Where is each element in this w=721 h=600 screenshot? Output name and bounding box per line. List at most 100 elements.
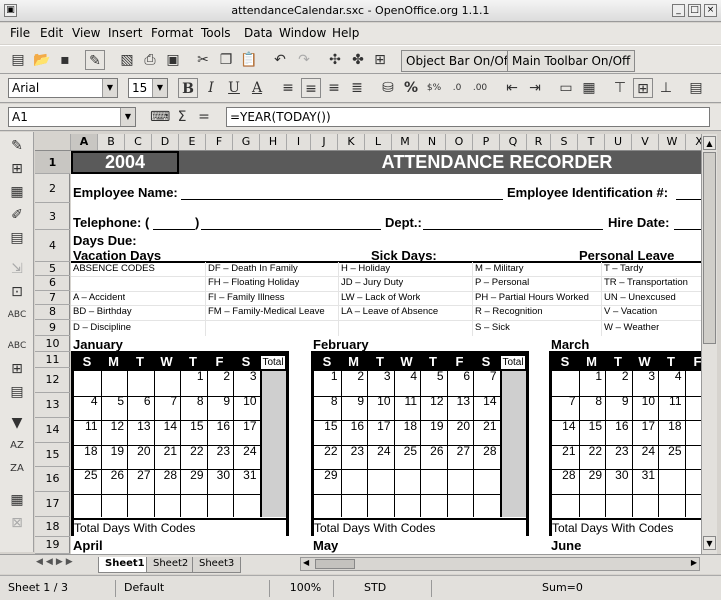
navigator-icon[interactable]: ⇲ (7, 259, 27, 279)
calendar-day[interactable]: 31 (632, 468, 655, 482)
column-header[interactable]: T (578, 134, 605, 150)
calendar-day[interactable]: 29 (314, 468, 337, 482)
edit-icon[interactable]: ✎ (7, 136, 27, 156)
calendar-day[interactable]: 24 (367, 444, 390, 458)
show-draw-icon[interactable]: ▤ (7, 228, 27, 248)
menu-view[interactable]: View (72, 26, 100, 40)
calendar-day[interactable]: 26 (420, 444, 443, 458)
insert-field-icon[interactable]: ✐ (7, 205, 27, 225)
calendar-day[interactable]: 25 (74, 468, 97, 482)
calendar-day[interactable]: 4 (658, 369, 682, 383)
export-pdf-icon[interactable]: ▧ (117, 50, 137, 70)
column-header[interactable]: G (233, 134, 260, 150)
align-bottom-icon[interactable]: ⊥ (656, 78, 676, 98)
calendar-day[interactable]: 4 (74, 394, 98, 408)
calendar-day[interactable]: 23 (207, 444, 230, 458)
menu-format[interactable]: Format (151, 26, 193, 40)
status-mode[interactable]: STD (338, 580, 388, 597)
row-header[interactable]: 7 (35, 291, 70, 305)
column-header[interactable]: A (71, 134, 98, 150)
calendar-day[interactable]: 14 (552, 419, 575, 433)
decrease-indent-icon[interactable]: ⇤ (502, 78, 522, 98)
calendar-day[interactable]: 24 (632, 444, 655, 458)
add-decimal-icon[interactable]: .0 (447, 78, 467, 98)
calendar-day[interactable]: 9 (207, 394, 230, 408)
calendar-day[interactable]: 24 (233, 444, 256, 458)
menu-file[interactable]: File (10, 26, 30, 40)
status-zoom[interactable]: 100% (274, 580, 334, 597)
calendar-day[interactable]: 21 (552, 444, 575, 458)
tab-sheet3[interactable]: Sheet3 (192, 557, 242, 573)
find-icon[interactable]: ⊞ (7, 359, 27, 379)
calendar-day[interactable]: 1 (314, 369, 338, 383)
row-header[interactable]: 18 (35, 517, 70, 537)
row-header[interactable]: 19 (35, 537, 70, 554)
column-header[interactable]: M (392, 134, 419, 150)
calendar-day[interactable]: 4 (394, 369, 417, 383)
calendar-day[interactable]: 28 (473, 444, 496, 458)
close-icon[interactable]: × (704, 4, 717, 17)
column-header[interactable]: Q (500, 134, 527, 150)
calendar-day[interactable]: 12 (101, 419, 124, 433)
spellcheck-icon[interactable]: ABC (7, 305, 27, 325)
calendar-day[interactable]: 19 (420, 419, 443, 433)
font-size-combo[interactable]: 15 ▼ (128, 78, 168, 98)
calendar-day[interactable]: 15 (314, 419, 337, 433)
minimize-icon[interactable]: _ (672, 4, 685, 17)
calendar-day[interactable]: 13 (447, 394, 470, 408)
bold-icon[interactable]: B (178, 78, 198, 98)
row-header[interactable]: 10 (35, 336, 70, 352)
row-header[interactable]: 2 (35, 174, 70, 203)
chevron-down-icon[interactable]: ▼ (152, 79, 167, 97)
calendar-day[interactable]: 23 (605, 444, 628, 458)
sort-ascending-icon[interactable]: AZ (7, 436, 27, 456)
calendar-day[interactable]: 20 (447, 419, 470, 433)
calendar-day[interactable]: 17 (367, 419, 390, 433)
calendar-day[interactable]: 30 (207, 468, 230, 482)
row-header[interactable]: 4 (35, 230, 70, 262)
redo-icon[interactable]: ↷ (294, 50, 314, 70)
sum-icon[interactable]: Σ (172, 107, 192, 127)
autofilter-icon[interactable]: ▼ (7, 413, 27, 433)
calendar-day[interactable]: 11 (394, 394, 417, 408)
row-header[interactable]: 16 (35, 467, 70, 492)
calendar-day[interactable]: 10 (367, 394, 390, 408)
calendar-day[interactable]: 22 (314, 444, 337, 458)
year-cell[interactable]: 2004 (71, 151, 179, 174)
undo-icon[interactable]: ↶ (270, 50, 290, 70)
calendar-day[interactable]: 15 (180, 419, 203, 433)
delete-icon[interactable]: ⊠ (7, 513, 27, 533)
menu-tools[interactable]: Tools (201, 26, 231, 40)
calendar-day[interactable]: 22 (180, 444, 203, 458)
paste-icon[interactable]: 📋 (239, 50, 259, 70)
gallery-icon[interactable]: ✤ (348, 50, 368, 70)
column-header[interactable]: W (659, 134, 686, 150)
scroll-up-icon[interactable]: ▲ (703, 136, 716, 150)
calendar-day[interactable]: 2 (605, 369, 629, 383)
row-header[interactable]: 11 (35, 352, 70, 368)
calendar-day[interactable]: 28 (154, 468, 177, 482)
calendar-day[interactable]: 11 (658, 394, 681, 408)
navigator-icon[interactable]: ✣ (325, 50, 345, 70)
column-header[interactable]: H (260, 134, 287, 150)
scrollbar-thumb[interactable] (703, 152, 716, 344)
data-sources-icon[interactable]: ⊞ (370, 50, 390, 70)
calendar-day[interactable]: 14 (473, 394, 496, 408)
sort-descending-icon[interactable]: ZA (7, 459, 27, 479)
calendar-day[interactable]: 19 (101, 444, 124, 458)
calendar-day[interactable]: 21 (473, 419, 496, 433)
column-header[interactable]: J (311, 134, 338, 150)
spreadsheet-grid[interactable]: 2004 ATTENDANCE RECORDER Employee Name: … (71, 151, 701, 554)
column-header[interactable]: C (125, 134, 152, 150)
calendar-day[interactable]: 18 (394, 419, 417, 433)
object-bar-toggle-button[interactable]: Object Bar On/Off (401, 50, 518, 72)
row-header[interactable]: 9 (35, 320, 70, 336)
calendar-day[interactable]: 17 (632, 419, 655, 433)
calendar-day[interactable]: 11 (74, 419, 97, 433)
menu-help[interactable]: Help (332, 26, 359, 40)
calendar-day[interactable]: 3 (233, 369, 257, 383)
insert-cells-icon[interactable]: ▦ (7, 182, 27, 202)
calendar-day[interactable]: 6 (127, 394, 151, 408)
formula-input[interactable]: =YEAR(TODAY()) (226, 107, 710, 127)
increase-indent-icon[interactable]: ⇥ (525, 78, 545, 98)
